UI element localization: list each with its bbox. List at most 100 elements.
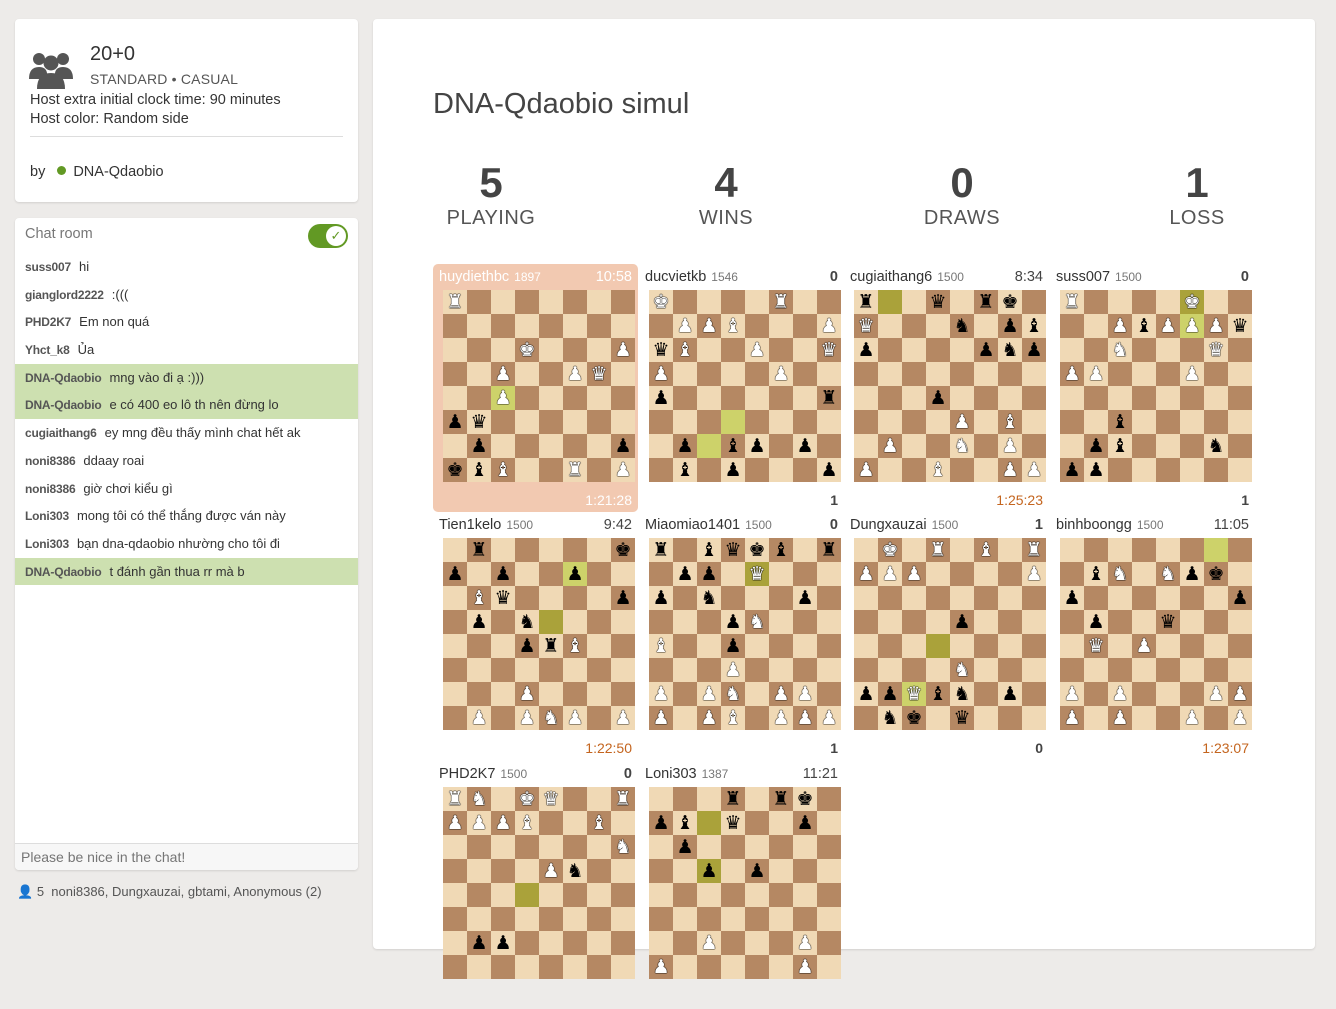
chat-username[interactable]: Loni303 (25, 509, 69, 523)
chat-username[interactable]: DNA-Qdaobio (25, 371, 102, 385)
simul-game[interactable]: ducvietkb 1546 0 ♚ ♜ ♟ ♟ ♝ ♟ ♛ ♝ ♟ ♛ ♟ ♟ ♟ ♜ ♟ ♝ ♟ ♟ ♝ ♟ ♟ 1 (639, 264, 844, 512)
simul-game[interactable]: Tien1kelo 1500 9:42 ♜ ♚ ♟ ♟ ♟ ♝ ♛ ♟ ♟ ♞ ♟ ♜ ♝ ♟ ♟ ♟ ♞ ♟ ♟ 1:22… (433, 512, 638, 760)
board-square: ♟ (1084, 458, 1108, 482)
board-square (515, 314, 539, 338)
board-square (926, 562, 950, 586)
board-square: ♞ (1156, 562, 1180, 586)
player-name[interactable]: huydiethbc (439, 269, 509, 285)
chess-piece-icon: ♛ (857, 315, 875, 337)
simul-game[interactable]: suss007 1500 0 ♜ ♚ ♟ ♝ ♟ ♟ ♟ ♛ ♞ ♛ ♟ ♟ ♟ ♝ ♟ ♝ ♞ ♟ ♟ 1 (1050, 264, 1255, 512)
chess-board[interactable]: ♚ ♜ ♝ ♜ ♟ ♟ ♟ ♟ ♟ ♞ ♟ ♟ ♛ ♝ ♞ ♟ ♞ ♚ ♛ (854, 538, 1046, 730)
chat-toggle[interactable]: ✓ (308, 224, 348, 248)
board-square (515, 538, 539, 562)
simul-game[interactable]: binhboongg 1500 11:05 ♝ ♞ ♞ ♟ ♚ ♟ ♟ ♟ ♛ ♛ ♟ ♟ ♟ ♟ ♟ ♟ ♟ ♟ ♟ 1:… (1050, 512, 1255, 760)
chess-piece-icon: ♜ (446, 291, 464, 313)
stat-number: 5 (479, 159, 503, 206)
chat-text: mng vào đi ạ :))) (109, 369, 205, 385)
chat-username[interactable]: Loni303 (25, 537, 69, 551)
chat-username[interactable]: PHD2K7 (25, 315, 71, 329)
chess-piece-icon: ♟ (542, 860, 560, 882)
board-square (539, 883, 563, 907)
board-square (745, 410, 769, 434)
chess-piece-icon: ♟ (1183, 563, 1201, 585)
chess-board[interactable]: ♜ ♚ ♟ ♟ ♟ ♝ ♛ ♟ ♟ ♞ ♟ ♜ ♝ ♟ ♟ ♟ ♞ ♟ ♟ (443, 538, 635, 730)
board-square (793, 362, 817, 386)
simul-game[interactable]: Miaomiao1401 1500 0 ♜ ♝ ♛ ♚ ♝ ♜ ♟ ♟ ♛ ♟ ♞ ♟ ♟ ♞ ♝ ♟ ♟ ♟ ♟ ♞ ♟ ♟ ♟… (639, 512, 844, 760)
simul-game[interactable]: cugiaithang6 1500 8:34 ♜ ♛ ♜ ♚ ♛ ♞ ♟ ♝ ♟ ♟ ♞ ♟ ♟ ♟ ♝ ♟ ♞ ♟ ♟ ♝… (844, 264, 1049, 512)
board-square: ♝ (1108, 434, 1132, 458)
chat-input[interactable] (19, 844, 343, 870)
board-square (539, 410, 563, 434)
chat-username[interactable]: DNA-Qdaobio (25, 398, 102, 412)
chess-board[interactable]: ♜ ♝ ♛ ♚ ♝ ♜ ♟ ♟ ♛ ♟ ♞ ♟ ♟ ♞ ♝ ♟ ♟ ♟ ♟ ♞ ♟ ♟ ♟ ♟ ♝ ♟ ♟ ♟ (649, 538, 841, 730)
board-square: ♛ (467, 410, 491, 434)
board-square (443, 610, 467, 634)
player-name[interactable]: Tien1kelo (439, 517, 501, 533)
player-name[interactable]: Miaomiao1401 (645, 517, 740, 533)
chess-piece-icon: ♚ (905, 707, 923, 729)
chat-username[interactable]: DNA-Qdaobio (25, 565, 102, 579)
chat-username[interactable]: gianglord2222 (25, 288, 104, 302)
chat-username[interactable]: noni8386 (25, 454, 76, 468)
board-square (563, 538, 587, 562)
chess-board[interactable]: ♚ ♜ ♟ ♟ ♝ ♟ ♛ ♝ ♟ ♛ ♟ ♟ ♟ ♜ ♟ ♝ ♟ ♟ ♝ ♟ ♟ (649, 290, 841, 482)
chess-piece-icon: ♟ (700, 563, 718, 585)
board-square (769, 586, 793, 610)
chess-board[interactable]: ♜ ♞ ♚ ♛ ♜ ♟ ♟ ♟ ♝ ♝ ♞ ♟ ♞ ♟ ♟ (443, 787, 635, 979)
board-square (1022, 410, 1046, 434)
chess-piece-icon: ♟ (652, 387, 670, 409)
chess-piece-icon: ♟ (881, 563, 899, 585)
player-name[interactable]: Dungxauzai (850, 517, 927, 533)
board-square: ♞ (950, 658, 974, 682)
chess-piece-icon: ♟ (1025, 459, 1043, 481)
chat-username[interactable]: cugiaithang6 (25, 426, 97, 440)
player-name[interactable]: ducvietkb (645, 269, 706, 285)
board-square: ♜ (611, 787, 635, 811)
board-square: ♟ (878, 434, 902, 458)
board-square (697, 386, 721, 410)
board-square: ♟ (649, 706, 673, 730)
board-square (1180, 386, 1204, 410)
chess-piece-icon: ♟ (1025, 563, 1043, 585)
board-square: ♟ (515, 682, 539, 706)
simul-game[interactable]: PHD2K7 1500 0 ♜ ♞ ♚ ♛ ♜ ♟ ♟ ♟ ♝ ♝ ♞ ♟ ♞ ♟ ♟ (433, 761, 638, 1009)
board-square: ♛ (491, 586, 515, 610)
player-rating: 1500 (1115, 270, 1142, 284)
chess-piece-icon: ♟ (1111, 683, 1129, 705)
chat-username[interactable]: Yhct_k8 (25, 343, 70, 357)
player-name[interactable]: suss007 (1056, 269, 1110, 285)
chess-board[interactable]: ♜ ♜ ♚ ♟ ♝ ♛ ♟ ♟ ♟ ♟ ♟ ♟ ♟ ♟ (649, 787, 841, 979)
board-square: ♟ (491, 562, 515, 586)
board-square: ♟ (950, 610, 974, 634)
simul-game[interactable]: Dungxauzai 1500 1 ♚ ♜ ♝ ♜ ♟ ♟ ♟ ♟ ♟ ♞ ♟ ♟ ♛ ♝ ♞ ♟ ♞ ♚ ♛ 0 (844, 512, 1049, 760)
chat-username[interactable]: suss007 (25, 260, 71, 274)
chess-piece-icon: ♛ (905, 683, 923, 705)
chess-piece-icon: ♛ (820, 339, 838, 361)
board-square (1132, 586, 1156, 610)
board-square (443, 658, 467, 682)
chess-board[interactable]: ♜ ♚ ♟ ♝ ♟ ♟ ♟ ♛ ♞ ♛ ♟ ♟ ♟ ♝ ♟ ♝ ♞ ♟ ♟ (1060, 290, 1252, 482)
board-square (1156, 706, 1180, 730)
simul-game[interactable]: Loni303 1387 11:21 ♜ ♜ ♚ ♟ ♝ ♛ ♟ ♟ ♟ ♟ ♟ ♟ ♟ ♟ (639, 761, 844, 1009)
board-square (1108, 362, 1132, 386)
player-rating: 1546 (711, 270, 738, 284)
board-square (902, 338, 926, 362)
chess-board[interactable]: ♜ ♚ ♟ ♟ ♟ ♛ ♟ ♟ ♛ ♟ ♟ ♚ ♝ ♝ ♜ ♟ (443, 290, 635, 482)
board-square (926, 410, 950, 434)
board-square: ♛ (950, 706, 974, 730)
chess-piece-icon: ♜ (929, 539, 947, 561)
player-name[interactable]: PHD2K7 (439, 766, 495, 782)
chess-piece-icon: ♟ (470, 812, 488, 834)
chat-username[interactable]: noni8386 (25, 482, 76, 496)
player-name[interactable]: Loni303 (645, 766, 697, 782)
player-name[interactable]: binhboongg (1056, 517, 1132, 533)
chess-board[interactable]: ♝ ♞ ♞ ♟ ♚ ♟ ♟ ♟ ♛ ♛ ♟ ♟ ♟ ♟ ♟ ♟ ♟ ♟ ♟ (1060, 538, 1252, 730)
board-square: ♟ (443, 410, 467, 434)
chess-piece-icon: ♝ (1135, 315, 1153, 337)
host-link[interactable]: DNA-Qdaobio (73, 164, 163, 180)
simul-game[interactable]: huydiethbc 1897 10:58 ♜ ♚ ♟ ♟ ♟ ♛ ♟ ♟ ♛ ♟ ♟ ♚ ♝ ♝ ♜ ♟ 1:21:… (433, 264, 638, 512)
chess-piece-icon: ♟ (1159, 315, 1177, 337)
chess-board[interactable]: ♜ ♛ ♜ ♚ ♛ ♞ ♟ ♝ ♟ ♟ ♞ ♟ ♟ ♟ ♝ ♟ ♞ ♟ ♟ ♝ ♟ ♟ (854, 290, 1046, 482)
player-name[interactable]: cugiaithang6 (850, 269, 932, 285)
board-square (611, 562, 635, 586)
